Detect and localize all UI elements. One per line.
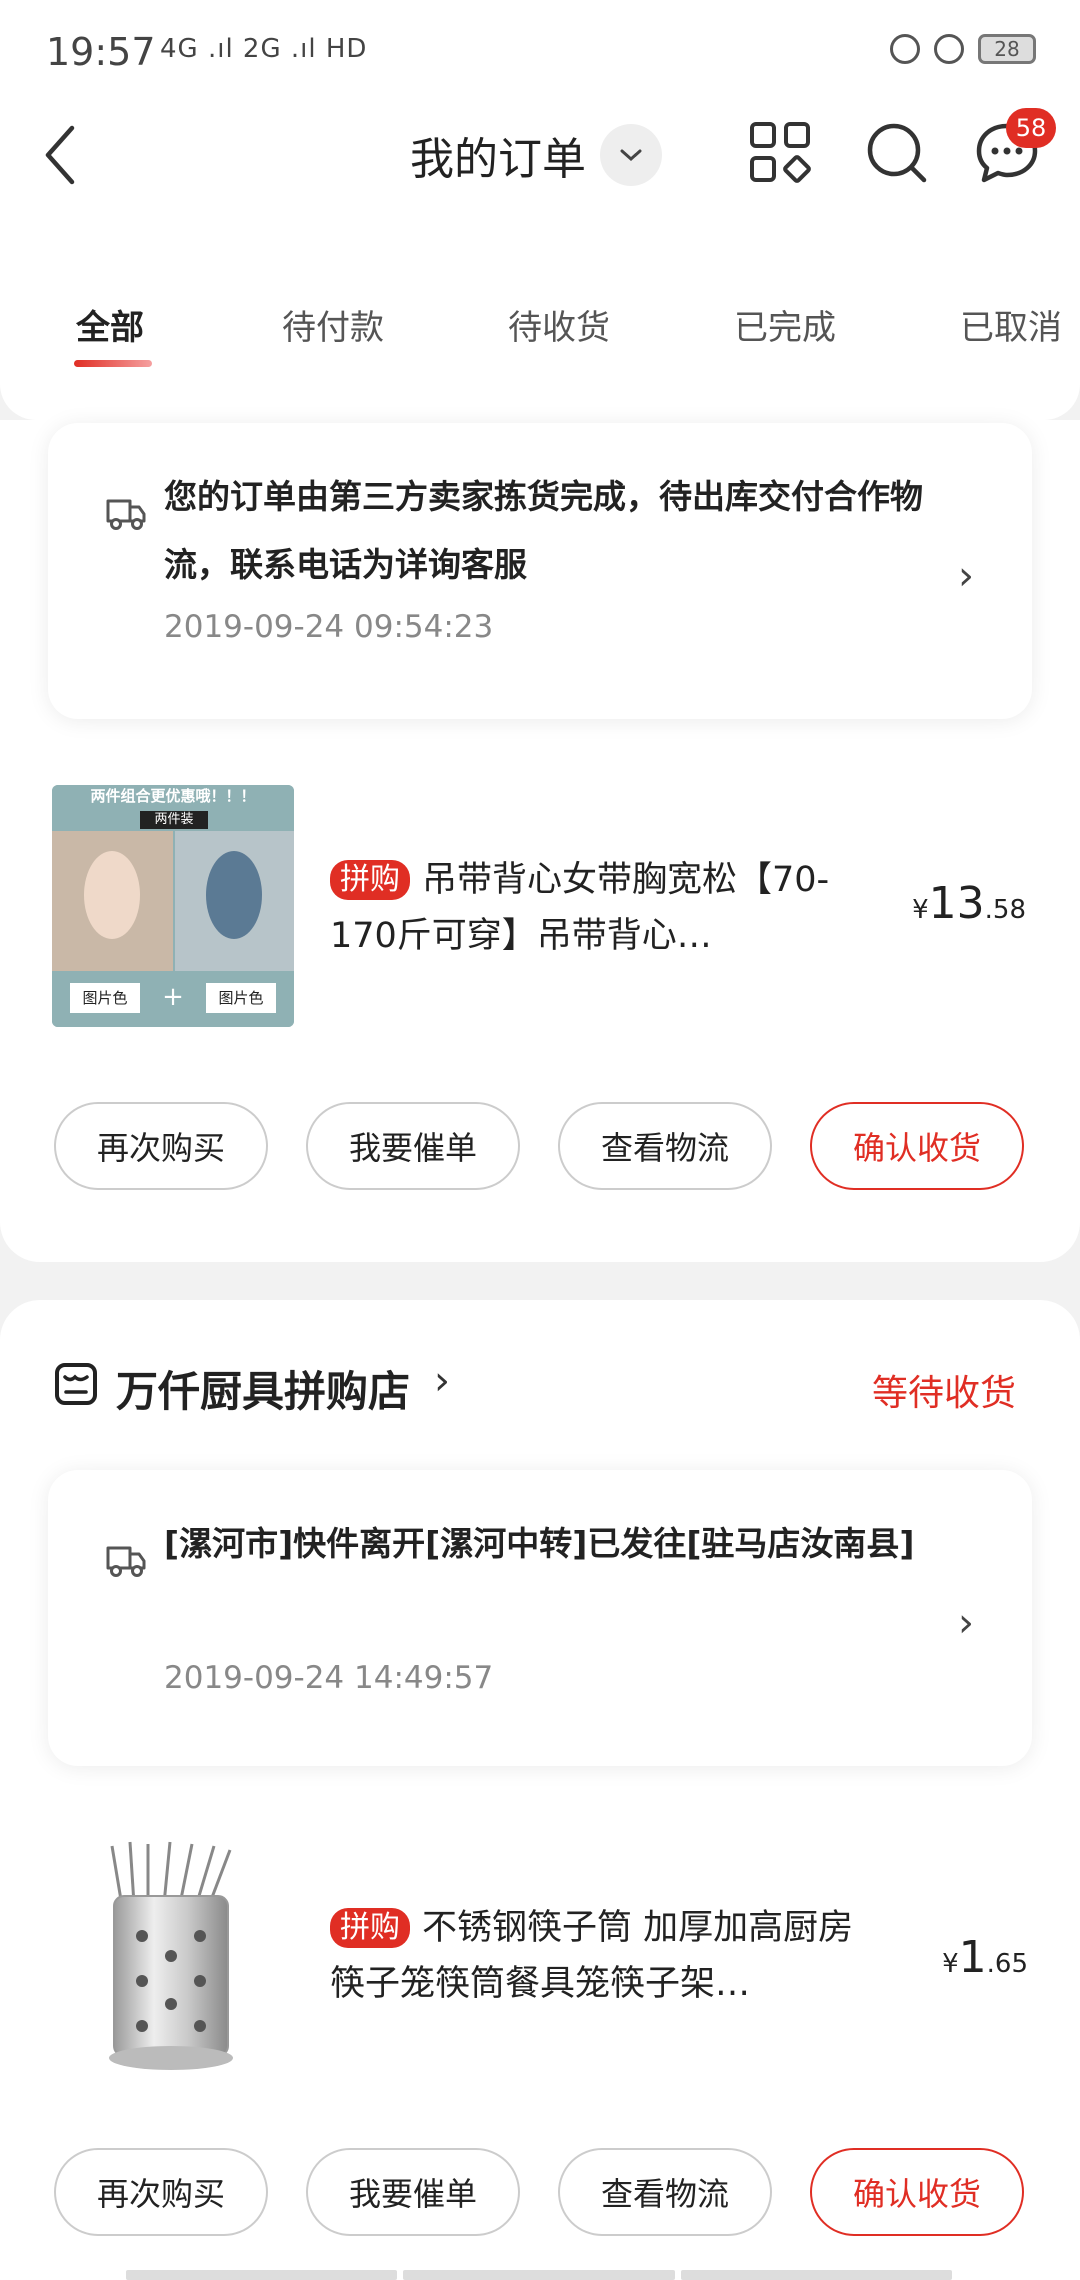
search-icon[interactable] bbox=[864, 120, 928, 184]
chevron-right-icon[interactable]: › bbox=[434, 1358, 450, 1404]
battery-icon: 28 bbox=[978, 34, 1036, 64]
tab-all[interactable]: 全部 bbox=[76, 300, 144, 349]
lock-rotation-icon bbox=[890, 34, 920, 64]
buy-again-button[interactable]: 再次购买 bbox=[54, 2148, 268, 2236]
confirm-receipt-button[interactable]: 确认收货 bbox=[810, 2148, 1024, 2236]
scroll-indicator bbox=[126, 2270, 952, 2280]
product-image[interactable]: 两件组合更优惠哦！！！ 两件装 图片色 + 图片色 bbox=[52, 785, 294, 1027]
buy-again-button[interactable]: 再次购买 bbox=[54, 1102, 268, 1190]
back-icon[interactable] bbox=[38, 120, 88, 190]
tab-pending-receipt[interactable]: 待收货 bbox=[508, 300, 610, 349]
urge-order-button[interactable]: 我要催单 bbox=[306, 1102, 520, 1190]
thumb-banner: 两件组合更优惠哦！！！ bbox=[90, 787, 256, 805]
price-decimal: .65 bbox=[986, 1949, 1028, 1979]
order-status: 等待收货 bbox=[872, 1373, 1017, 1414]
product-price: ¥1.65 bbox=[942, 1932, 1028, 1983]
product-image[interactable] bbox=[52, 1836, 294, 2078]
tab-completed[interactable]: 已完成 bbox=[734, 300, 836, 349]
price-symbol: ¥ bbox=[912, 895, 929, 925]
logistics-info[interactable]: 您的订单由第三方卖家拣货完成，待出库交付合作物流，联系电话为详询客服 2019-… bbox=[48, 423, 1032, 719]
truck-icon bbox=[106, 1546, 146, 1577]
group-buy-badge: 拼购 bbox=[330, 860, 410, 900]
title-dropdown-trigger[interactable]: 我的订单 bbox=[410, 120, 662, 190]
price-decimal: .58 bbox=[984, 895, 1026, 925]
thumb-label-left: 图片色 bbox=[82, 989, 128, 1007]
thumb-sub: 两件装 bbox=[154, 812, 194, 827]
shop-name[interactable]: 万仟厨具拼购店 bbox=[116, 1358, 410, 1419]
chevron-right-icon: › bbox=[958, 553, 974, 599]
thumb-label-right: 图片色 bbox=[218, 989, 264, 1007]
confirm-receipt-button[interactable]: 确认收货 bbox=[810, 1102, 1024, 1190]
logistics-text: [漯河市]快件离开[漯河中转]已发往[驻马店汝南县] bbox=[164, 1524, 915, 1563]
logistics-time: 2019-09-24 14:49:57 bbox=[164, 1660, 494, 1696]
tab-pending-payment[interactable]: 待付款 bbox=[282, 300, 384, 349]
page-title: 我的订单 bbox=[410, 134, 586, 185]
product-price: ¥13.58 bbox=[912, 878, 1026, 929]
status-icons: 28 bbox=[890, 34, 1036, 64]
order-card bbox=[0, 1300, 1080, 2280]
tab-cancelled[interactable]: 已取消 bbox=[960, 300, 1062, 349]
view-logistics-button[interactable]: 查看物流 bbox=[558, 1102, 772, 1190]
price-symbol: ¥ bbox=[942, 1949, 959, 1979]
product-title[interactable]: 拼购 不锈钢筷子筒 加厚加高厨房筷子笼筷筒餐具笼筷子架… bbox=[330, 1900, 860, 2012]
product-title[interactable]: 拼购 吊带背心女带胸宽松【70-170斤可穿】吊带背心… bbox=[330, 852, 860, 964]
order-card: 您的订单由第三方卖家拣货完成，待出库交付合作物流，联系电话为详询客服 2019-… bbox=[0, 420, 1080, 1262]
chevron-right-icon: › bbox=[958, 1600, 974, 1646]
signal-indicator: 4G .ıl 2G .ıl HD bbox=[160, 34, 368, 64]
logistics-time: 2019-09-24 09:54:23 bbox=[164, 609, 494, 645]
price-integer: 1 bbox=[958, 1932, 987, 1983]
price-integer: 13 bbox=[928, 878, 985, 929]
apps-grid-icon[interactable] bbox=[748, 120, 812, 184]
logistics-text: 您的订单由第三方卖家拣货完成，待出库交付合作物流，联系电话为详询客服 bbox=[164, 477, 923, 584]
thumb-plus: + bbox=[162, 982, 184, 1012]
group-buy-badge: 拼购 bbox=[330, 1908, 410, 1948]
alarm-icon bbox=[934, 34, 964, 64]
urge-order-button[interactable]: 我要催单 bbox=[306, 2148, 520, 2236]
product-photo-chopstick-holder bbox=[109, 1841, 233, 2070]
logistics-info[interactable]: [漯河市]快件离开[漯河中转]已发往[驻马店汝南县] 2019-09-24 14… bbox=[48, 1470, 1032, 1766]
tab-active-indicator bbox=[74, 360, 152, 367]
chevron-down-icon[interactable] bbox=[600, 124, 662, 186]
message-count-badge: 58 bbox=[1006, 108, 1056, 148]
truck-icon bbox=[106, 499, 146, 530]
shop-icon[interactable] bbox=[54, 1362, 98, 1406]
status-time: 19:57 bbox=[46, 30, 156, 74]
view-logistics-button[interactable]: 查看物流 bbox=[558, 2148, 772, 2236]
